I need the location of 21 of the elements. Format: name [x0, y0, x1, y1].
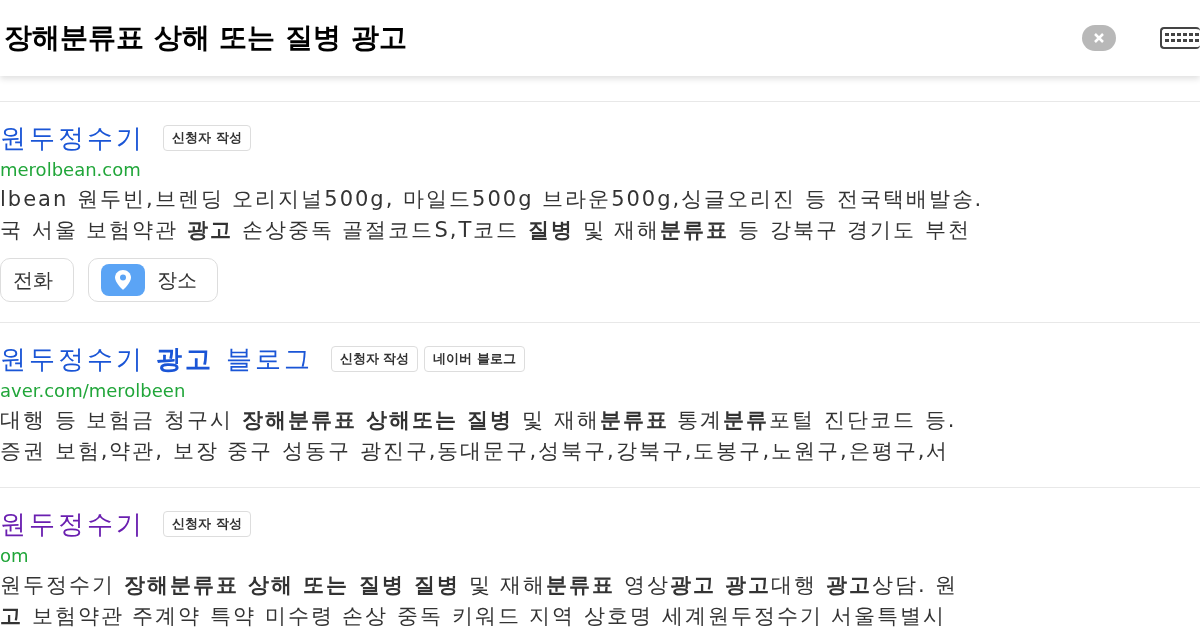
result-snippet: 국 서울 보험약관 광고 손상중독 골절코드S,T코드 질병 및 재해분류표 등 강북구 경기도 부천: [0, 217, 972, 244]
result-snippet: 증권 보험,약관, 보장 중구 성동구 광진구,동대문구,성북구,강북구,도봉구,노원구,은평구,서: [0, 438, 951, 465]
result-url: aver.com/merolbeen: [0, 379, 187, 403]
result-snippet: lbean 원두빈,브렌딩 오리지널500g, 마일드500g 브라운500g,싱글오리진 등 전국택배발송.: [0, 186, 985, 213]
result-snippet: 고 보험약관 주계약 특약 미수령 손상 중독 키워드 지역 상호명 세계원두정수기 서울특별시: [0, 603, 948, 630]
tag-badge: 신청자 작성: [163, 511, 251, 537]
search-field[interactable]: 장해분류표 상해 또는 질병 광고: [4, 17, 1082, 59]
result-title-link[interactable]: 원두정수기 광고 블로그: [0, 339, 313, 379]
keyboard-icon[interactable]: [1160, 27, 1200, 49]
tag-badge: 신청자 작성: [330, 346, 419, 372]
tag-badge: 신청자 작성: [163, 125, 251, 151]
result-url: om: [0, 544, 30, 568]
result-snippet: 원두정수기 장해분류표 상해 또는 질병 질병 및 재해분류표 영상광고 광고대행 광고상담. 원: [0, 572, 960, 599]
location-pin-icon: [101, 264, 145, 296]
result-snippet: 대행 등 보험금 청구시 장해분류표 상해또는 질병 및 재해분류표 통계분류포털 진단코드 등.: [0, 407, 958, 434]
result-title-link[interactable]: 원두정수기: [0, 504, 145, 544]
place-button[interactable]: 장소: [88, 258, 218, 302]
result-url: merolbean.com: [0, 158, 142, 182]
tag-badge: 네이버 블로그: [424, 346, 525, 372]
result-title-link[interactable]: 원두정수기: [0, 118, 145, 158]
call-button[interactable]: 전화: [0, 258, 74, 302]
